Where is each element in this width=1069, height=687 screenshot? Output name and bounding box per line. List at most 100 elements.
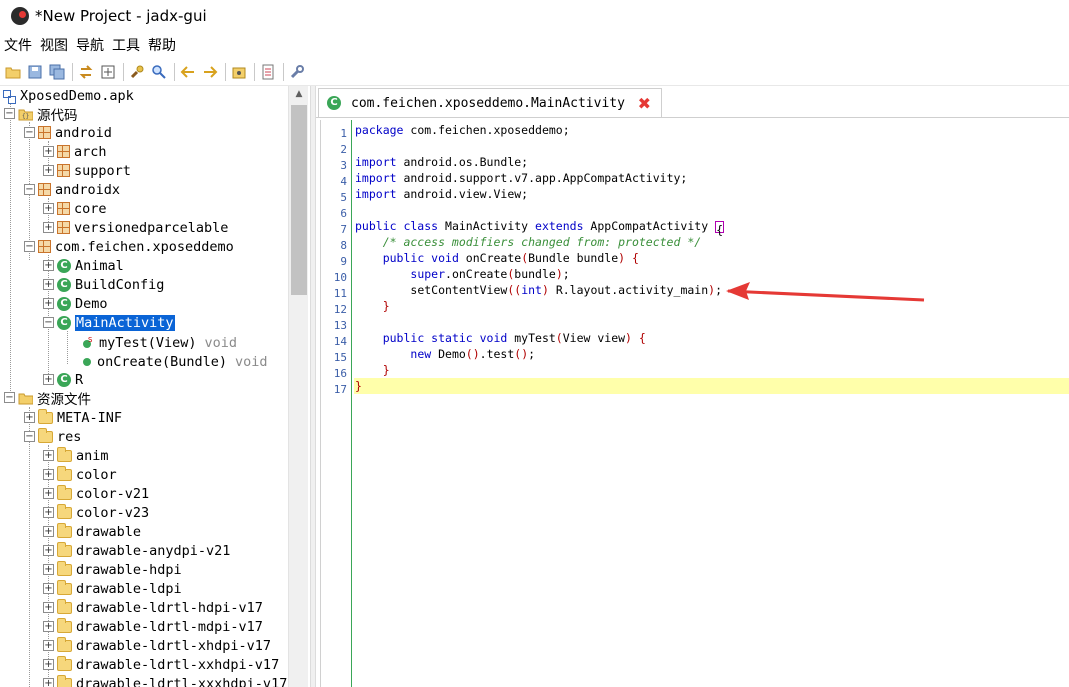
tree-node-label: core: [74, 200, 107, 217]
close-icon[interactable]: ✖: [638, 94, 651, 113]
deobf-icon[interactable]: [229, 62, 249, 82]
project-tree[interactable]: XposedDemo.apk − {} 源代码 − android + arch…: [0, 86, 310, 687]
find-icon[interactable]: [127, 62, 147, 82]
tree-node-res-dir[interactable]: + color-v23: [43, 503, 149, 522]
log-icon[interactable]: [258, 62, 278, 82]
expand-node-icon[interactable]: +: [43, 602, 54, 613]
tree-node-animal[interactable]: + C Animal: [43, 256, 124, 275]
tree-node-support[interactable]: + support: [43, 161, 131, 180]
folder-icon: [57, 522, 72, 539]
expand-node-icon[interactable]: +: [43, 298, 54, 309]
tree-node-res-dir[interactable]: + drawable-ldrtl-xxxhdpi-v17: [43, 674, 287, 687]
tree-node-arch[interactable]: + arch: [43, 142, 107, 161]
tree-node-res-dir[interactable]: + drawable-ldrtl-mdpi-v17: [43, 617, 263, 636]
expand-node-icon[interactable]: +: [43, 203, 54, 214]
folder-icon: [57, 446, 72, 463]
method-icon: [83, 357, 91, 366]
tree-node-resources[interactable]: − 资源文件: [4, 388, 91, 408]
collapse-icon[interactable]: −: [4, 392, 15, 403]
expand-node-icon[interactable]: +: [43, 374, 54, 385]
expand-node-icon[interactable]: +: [43, 564, 54, 575]
expand-node-icon[interactable]: +: [43, 222, 54, 233]
tree-node-apk[interactable]: XposedDemo.apk: [2, 86, 134, 105]
tree-node-label: onCreate(Bundle): [97, 353, 228, 370]
expand-node-icon[interactable]: +: [43, 450, 54, 461]
collapse-icon[interactable]: −: [4, 108, 15, 119]
search-icon[interactable]: [149, 62, 169, 82]
menu-tools[interactable]: 工具: [112, 35, 140, 55]
save-all-icon[interactable]: [47, 62, 67, 82]
expand-node-icon[interactable]: +: [43, 488, 54, 499]
package-icon: [57, 202, 70, 215]
scrollbar-thumb[interactable]: [291, 105, 307, 295]
expand-node-icon[interactable]: +: [43, 659, 54, 670]
menu-help[interactable]: 帮助: [148, 35, 176, 55]
tree-node-demo[interactable]: + C Demo: [43, 294, 108, 313]
code-editor[interactable]: 1 2 3 4 5 6 7 8 9 10 11 12 13 14 15 16 1…: [320, 120, 1069, 687]
back-icon[interactable]: [178, 62, 198, 82]
tree-node-res-dir[interactable]: + drawable-anydpi-v21: [43, 541, 230, 560]
expand-node-icon[interactable]: +: [43, 146, 54, 157]
tree-node-mytest[interactable]: S myTest(View) void: [80, 333, 237, 352]
tree-node-res-dir[interactable]: + drawable-hdpi: [43, 560, 182, 579]
save-icon[interactable]: [25, 62, 45, 82]
package-icon: [57, 221, 70, 234]
expand-node-icon[interactable]: +: [43, 621, 54, 632]
tree-node-res-dir[interactable]: + drawable-ldrtl-xhdpi-v17: [43, 636, 271, 655]
expand-node-icon[interactable]: +: [43, 640, 54, 651]
line-number: 4: [340, 175, 347, 188]
tree-node-res-dir[interactable]: + color-v21: [43, 484, 149, 503]
tree-node-android[interactable]: − android: [24, 123, 112, 142]
tree-node-buildconfig[interactable]: + C BuildConfig: [43, 275, 164, 294]
tree-scrollbar[interactable]: ▲: [288, 86, 308, 687]
menu-view[interactable]: 视图: [40, 35, 68, 55]
tree-node-oncreate[interactable]: onCreate(Bundle) void: [80, 352, 268, 371]
collapse-icon[interactable]: −: [24, 241, 35, 252]
tree-node-mainactivity[interactable]: − C MainActivity: [43, 313, 175, 332]
preferences-icon[interactable]: [287, 62, 307, 82]
collapse-icon[interactable]: −: [24, 184, 35, 195]
sync-icon[interactable]: [76, 62, 96, 82]
collapse-icon[interactable]: −: [24, 431, 35, 442]
editor-tab[interactable]: C com.feichen.xposeddemo.MainActivity ✖: [318, 88, 662, 117]
open-icon[interactable]: [3, 62, 23, 82]
package-icon: [57, 164, 70, 177]
tree-node-app-package[interactable]: − com.feichen.xposeddemo: [24, 237, 234, 256]
tree-node-meta-inf[interactable]: + META-INF: [24, 408, 122, 427]
code-text: R.layout.activity_main: [548, 283, 709, 297]
expand-node-icon[interactable]: +: [43, 507, 54, 518]
tree-node-res-dir[interactable]: + anim: [43, 446, 109, 465]
expand-node-icon[interactable]: +: [43, 279, 54, 290]
expand-node-icon[interactable]: +: [43, 260, 54, 271]
expand-node-icon[interactable]: +: [43, 165, 54, 176]
tree-node-res-dir[interactable]: + drawable-ldpi: [43, 579, 182, 598]
tree-node-versionedparcelable[interactable]: + versionedparcelable: [43, 218, 228, 237]
expand-node-icon[interactable]: +: [43, 469, 54, 480]
tree-node-res[interactable]: − res: [24, 427, 81, 446]
expand-node-icon[interactable]: +: [24, 412, 35, 423]
expand-node-icon[interactable]: +: [43, 678, 54, 687]
tree-node-sources[interactable]: − {} 源代码: [4, 104, 78, 124]
menu-file[interactable]: 文件: [4, 35, 32, 55]
tree-node-androidx[interactable]: − androidx: [24, 180, 120, 199]
tree-node-res-dir[interactable]: + color: [43, 465, 117, 484]
menu-navigation[interactable]: 导航: [76, 35, 104, 55]
code-paren: (): [465, 347, 480, 361]
tree-node-res-dir[interactable]: + drawable: [43, 522, 141, 541]
expand-icon[interactable]: [98, 62, 118, 82]
tree-node-r[interactable]: + C R: [43, 370, 83, 389]
tree-node-core[interactable]: + core: [43, 199, 107, 218]
tree-node-res-dir[interactable]: + drawable-ldrtl-hdpi-v17: [43, 598, 263, 617]
expand-node-icon[interactable]: +: [43, 583, 54, 594]
panel-splitter[interactable]: [310, 86, 316, 687]
collapse-icon[interactable]: −: [43, 317, 54, 328]
expand-node-icon[interactable]: +: [43, 545, 54, 556]
line-number: 2: [340, 143, 347, 156]
tree-node-res-dir[interactable]: + drawable-ldrtl-xxhdpi-v17: [43, 655, 279, 674]
code-text: Bundle bundle: [528, 251, 619, 265]
collapse-icon[interactable]: −: [24, 127, 35, 138]
forward-icon[interactable]: [200, 62, 220, 82]
scroll-up-arrow-icon[interactable]: ▲: [289, 86, 309, 103]
expand-node-icon[interactable]: +: [43, 526, 54, 537]
